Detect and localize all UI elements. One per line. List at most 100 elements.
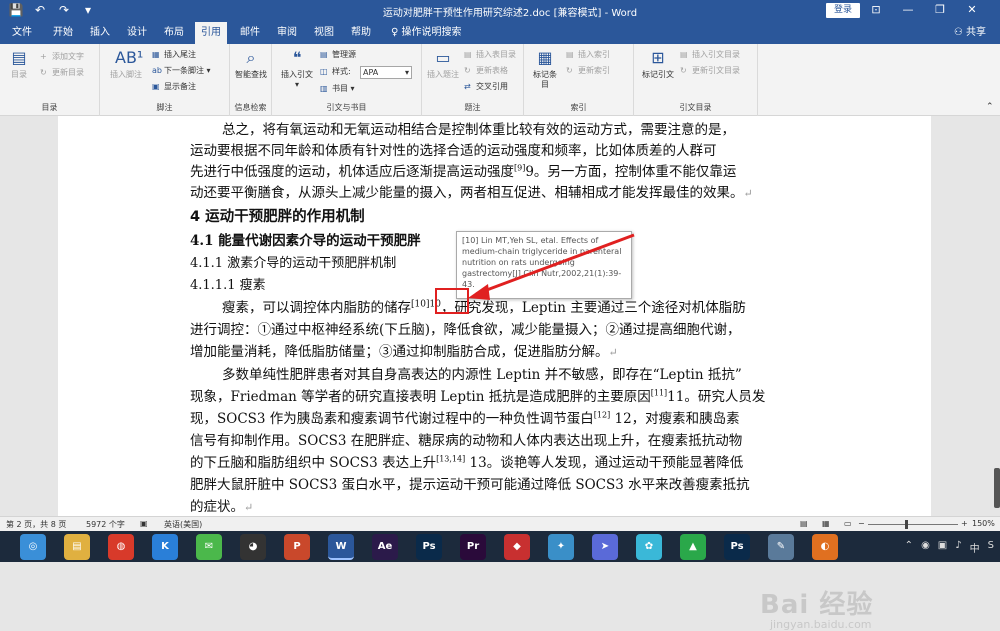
tab-help[interactable]: 帮助 xyxy=(345,22,377,44)
taskbar-powerpoint-icon[interactable]: P xyxy=(284,534,310,560)
group-label-footnotes: 脚注 xyxy=(156,103,173,112)
quick-access-toolbar: 💾 ↶ ↷ ▾ xyxy=(8,3,96,17)
print-layout-icon[interactable]: ▦ xyxy=(822,519,830,528)
zoom-level[interactable]: 150% xyxy=(972,519,995,528)
tab-review[interactable]: 审阅 xyxy=(271,22,303,44)
tell-me-search[interactable]: ♀ 操作说明搜索 xyxy=(385,22,468,44)
read-mode-icon[interactable]: ▤ xyxy=(800,519,808,528)
taskbar-browser-icon[interactable]: ◎ xyxy=(20,534,46,560)
save-icon[interactable]: 💾 xyxy=(8,3,24,17)
insert-endnote-button[interactable]: ▦ 插入尾注 xyxy=(152,48,196,62)
refresh-icon: ↻ xyxy=(40,68,47,77)
mark-citation-icon: ⊞ xyxy=(651,48,665,67)
update-table-button[interactable]: ↻ 更新表格 xyxy=(464,64,508,78)
next-footnote-icon: ab xyxy=(152,66,162,75)
bibliography-button[interactable]: ▥ 书目 ▾ xyxy=(320,82,355,96)
sogou-icon[interactable]: S xyxy=(988,540,994,555)
update-toc-button[interactable]: ↻ 更新目录 xyxy=(40,66,84,80)
taskbar-app-bird-icon[interactable]: ✦ xyxy=(548,534,574,560)
show-notes-button[interactable]: ▣ 显示备注 xyxy=(152,80,196,94)
endnote-icon: ▦ xyxy=(152,50,160,59)
insert-toa-button[interactable]: ▤ 插入引文目录 xyxy=(680,48,740,62)
taskbar-app-orange-icon[interactable]: ◐ xyxy=(812,534,838,560)
toc-button[interactable]: ▤ 目录 xyxy=(4,48,34,80)
web-layout-icon[interactable]: ▭ xyxy=(844,519,852,528)
taskbar-qq-icon[interactable]: ◕ xyxy=(240,534,266,560)
taskbar-photoshop2-icon[interactable]: Ps xyxy=(724,534,750,560)
tab-design[interactable]: 设计 xyxy=(121,22,153,44)
tab-view[interactable]: 视图 xyxy=(308,22,340,44)
ribbon-display-icon[interactable]: ⊡ xyxy=(870,3,882,16)
insert-caption-button[interactable]: ▭ 插入题注 xyxy=(426,48,460,80)
redo-icon[interactable]: ↷ xyxy=(56,3,72,17)
word-count[interactable]: 5972 个字 xyxy=(86,519,125,530)
manage-sources-button[interactable]: ▤ 管理源 xyxy=(320,48,356,62)
close-icon[interactable]: ✕ xyxy=(966,3,978,16)
zoom-slider-thumb[interactable] xyxy=(905,520,908,529)
tab-file[interactable]: 文件 xyxy=(6,22,38,44)
zoom-out-icon[interactable]: − xyxy=(858,519,865,528)
mark-citation-button[interactable]: ⊞ 标记引文 xyxy=(640,48,676,80)
next-footnote-button[interactable]: ab 下一条脚注 ▾ xyxy=(152,64,211,78)
volume-icon[interactable]: ♪ xyxy=(955,540,961,555)
add-text-button[interactable]: + 添加文字 xyxy=(40,50,84,64)
insert-citation-button[interactable]: ❝ 插入引文 ▾ xyxy=(278,48,316,90)
minimize-icon[interactable]: — xyxy=(902,3,914,16)
tray-app-icon[interactable]: ◉ xyxy=(921,540,930,555)
tab-home[interactable]: 开始 xyxy=(47,22,79,44)
group-label-index: 索引 xyxy=(570,103,587,112)
update-toa-button[interactable]: ↻ 更新引文目录 xyxy=(680,64,740,78)
insert-table-of-figures-button[interactable]: ▤ 插入表目录 xyxy=(464,48,516,62)
ribbon-references: ▤ 目录 + 添加文字 ↻ 更新目录 目录 AB¹ 插入脚注 ▦ 插入尾注 ab 下一条脚注… xyxy=(0,44,1000,116)
update-index-button[interactable]: ↻ 更新索引 xyxy=(566,64,610,78)
taskbar-after-effects-icon[interactable]: Ae xyxy=(372,534,398,560)
taskbar-kugou-icon[interactable]: K xyxy=(152,534,178,560)
taskbar-explorer-icon[interactable]: ▤ xyxy=(64,534,90,560)
citation-style-select[interactable]: APA ▾ xyxy=(360,66,412,79)
taskbar-wechat-icon[interactable]: ✉ xyxy=(196,534,222,560)
tab-mailings[interactable]: 邮件 xyxy=(234,22,266,44)
language-indicator[interactable]: 英语(美国) xyxy=(164,519,202,530)
tab-references[interactable]: 引用 xyxy=(195,22,227,44)
group-toc: ▤ 目录 + 添加文字 ↻ 更新目录 目录 xyxy=(0,44,100,116)
document-page[interactable]: 总之，将有氧运动和无氧运动相结合是控制体重比较有效的运动方式，需要注意的是， 运… xyxy=(58,116,931,516)
customize-qat-icon[interactable]: ▾ xyxy=(80,3,96,17)
tray-expand-icon[interactable]: ⌃ xyxy=(905,540,913,555)
table-figures-icon: ▤ xyxy=(464,50,472,59)
taskbar-app-plane-icon[interactable]: ➤ xyxy=(592,534,618,560)
group-label-captions: 题注 xyxy=(464,103,481,112)
restore-icon[interactable]: ❐ xyxy=(934,3,946,16)
group-label-citations: 引文与书目 xyxy=(326,103,367,112)
taskbar-premiere-icon[interactable]: Pr xyxy=(460,534,486,560)
share-button[interactable]: ⚇ 共享 xyxy=(954,22,986,44)
smart-lookup-button[interactable]: ⌕ 智能查找 xyxy=(234,48,268,80)
lightbulb-icon: ♀ xyxy=(391,27,402,38)
taskbar-app-green-icon[interactable]: ▲ xyxy=(680,534,706,560)
mark-entry-button[interactable]: ▦ 标记条目 xyxy=(530,48,560,90)
zoom-in-icon[interactable]: + xyxy=(961,519,968,528)
side-scroll-handle[interactable] xyxy=(994,468,1000,508)
undo-icon[interactable]: ↶ xyxy=(32,3,48,17)
network-icon[interactable]: ▣ xyxy=(938,540,947,555)
tab-layout[interactable]: 布局 xyxy=(158,22,190,44)
proofing-icon[interactable]: ▣ xyxy=(140,519,148,528)
insert-footnote-button[interactable]: AB¹ 插入脚注 xyxy=(108,48,144,80)
show-notes-icon: ▣ xyxy=(152,82,160,91)
taskbar-app-pen-icon[interactable]: ✎ xyxy=(768,534,794,560)
login-button[interactable]: 登录 xyxy=(826,3,860,18)
taskbar-netease-icon[interactable]: ◍ xyxy=(108,534,134,560)
taskbar-photoshop-icon[interactable]: Ps xyxy=(416,534,442,560)
taskbar-app-cloud-icon[interactable]: ✿ xyxy=(636,534,662,560)
arrow-shaft xyxy=(475,233,635,296)
taskbar-app-red-icon[interactable]: ◆ xyxy=(504,534,530,560)
cross-reference-button[interactable]: ⇄ 交叉引用 xyxy=(464,80,508,94)
chevron-down-icon: ▾ xyxy=(404,68,409,77)
zoom-slider[interactable] xyxy=(868,524,958,525)
insert-index-button[interactable]: ▤ 插入索引 xyxy=(566,48,610,62)
taskbar-word-icon[interactable]: W xyxy=(328,534,354,560)
ime-indicator[interactable]: 中 xyxy=(970,540,980,555)
page-count[interactable]: 第 2 页，共 8 页 xyxy=(6,519,66,530)
footnote-icon: AB¹ xyxy=(115,48,144,67)
collapse-ribbon-icon[interactable]: ⌃ xyxy=(986,100,994,114)
tab-insert[interactable]: 插入 xyxy=(84,22,116,44)
